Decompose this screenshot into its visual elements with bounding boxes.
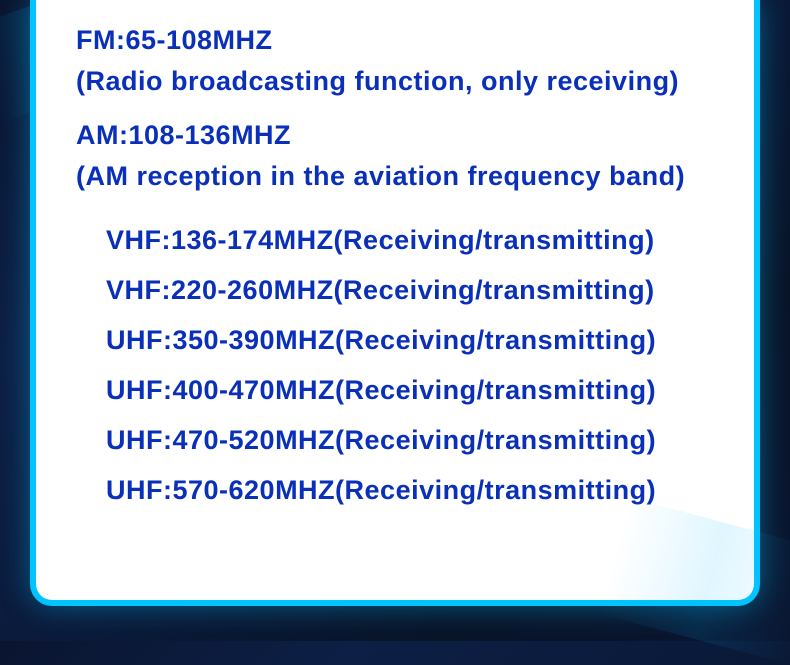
band-row: UHF:400-470MHZ(Receiving/transmitting) [106,366,724,416]
spec-panel: FM:65-108MHZ (Radio broadcasting functio… [30,0,760,606]
band-row: UHF:570-620MHZ(Receiving/transmitting) [106,466,724,516]
fm-subtitle: (Radio broadcasting function, only recei… [76,61,724,102]
band-list: VHF:136-174MHZ(Receiving/transmitting) V… [76,216,724,516]
band-row: VHF:220-260MHZ(Receiving/transmitting) [106,266,724,316]
am-block: AM:108-136MHZ (AM reception in the aviat… [76,115,724,196]
fm-block: FM:65-108MHZ (Radio broadcasting functio… [76,20,724,101]
am-subtitle: (AM reception in the aviation frequency … [76,156,724,197]
band-row: UHF:350-390MHZ(Receiving/transmitting) [106,316,724,366]
band-row: UHF:470-520MHZ(Receiving/transmitting) [106,416,724,466]
am-title: AM:108-136MHZ [76,115,724,156]
band-row: VHF:136-174MHZ(Receiving/transmitting) [106,216,724,266]
fm-title: FM:65-108MHZ [76,20,724,61]
